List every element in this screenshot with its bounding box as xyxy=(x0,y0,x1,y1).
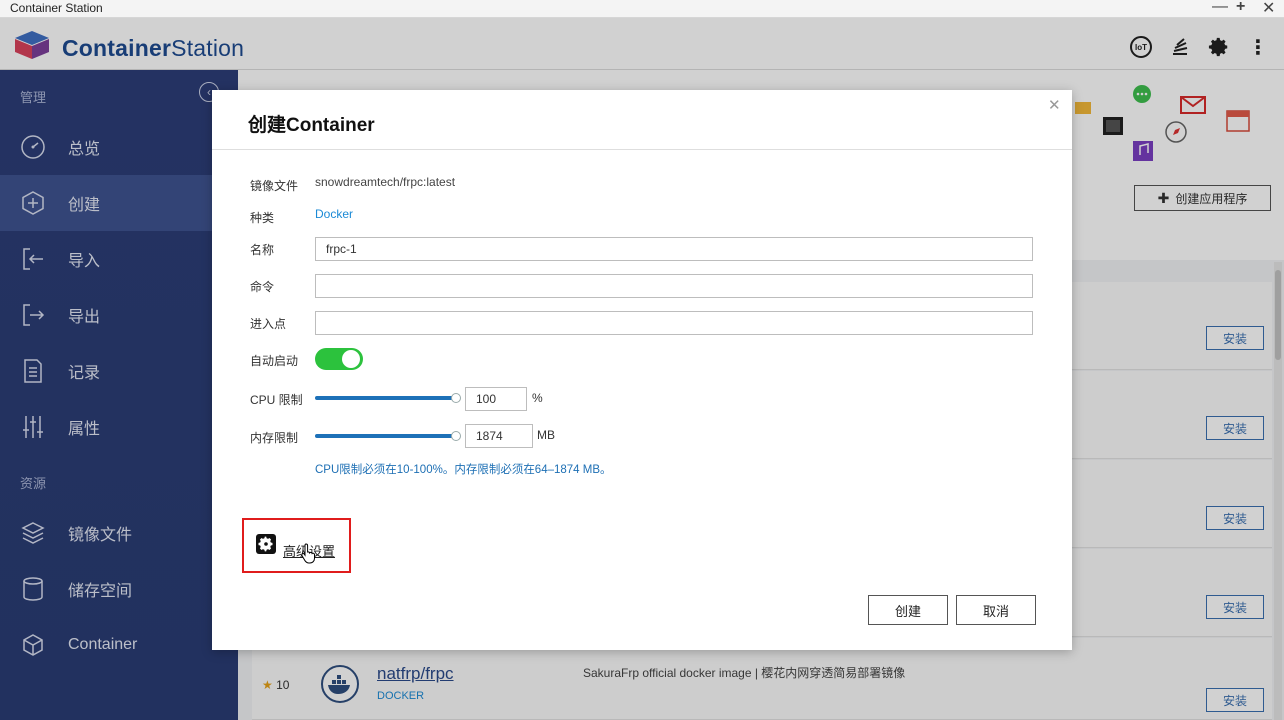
divider xyxy=(212,149,1072,150)
entrypoint-label: 进入点 xyxy=(250,317,287,331)
command-label: 命令 xyxy=(250,280,275,294)
cpu-unit: % xyxy=(532,391,543,405)
window-title: Container Station xyxy=(10,1,103,15)
image-label: 镜像文件 xyxy=(250,179,299,193)
cpu-limit-slider[interactable] xyxy=(315,396,457,400)
create-button[interactable]: 创建 xyxy=(868,595,948,625)
hand-pointer-icon xyxy=(301,543,315,564)
cpu-limit-label: CPU 限制 xyxy=(250,393,303,407)
close-window-icon[interactable]: ✕ xyxy=(1262,0,1275,18)
toggle-knob xyxy=(342,350,360,368)
autostart-toggle[interactable] xyxy=(315,348,363,370)
memory-limit-label: 内存限制 xyxy=(250,431,299,445)
gear-icon xyxy=(256,534,276,554)
memory-limit-input[interactable]: 1874 xyxy=(465,424,533,448)
limit-hint: CPU限制必须在10-100%。内存限制必须在64–1874 MB。 xyxy=(315,464,612,476)
close-icon[interactable]: ✕ xyxy=(1048,96,1061,114)
memory-limit-slider[interactable] xyxy=(315,434,457,438)
memory-unit: MB xyxy=(537,428,555,442)
dialog-title: 创建Container xyxy=(248,115,375,136)
name-label: 名称 xyxy=(250,243,275,257)
cpu-slider-handle[interactable] xyxy=(451,393,461,403)
maximize-icon[interactable]: + xyxy=(1236,0,1245,16)
window-titlebar: Container Station — + ✕ xyxy=(0,0,1284,18)
entrypoint-input[interactable] xyxy=(315,311,1033,335)
image-value: snowdreamtech/frpc:latest xyxy=(315,175,456,189)
cancel-button[interactable]: 取消 xyxy=(956,595,1036,625)
cpu-limit-input[interactable]: 100 xyxy=(465,387,527,411)
memory-slider-handle[interactable] xyxy=(451,431,461,441)
type-value: Docker xyxy=(315,207,354,221)
name-input[interactable]: frpc-1 xyxy=(315,237,1033,261)
create-container-dialog: 创建Container ✕ 镜像文件 snowdreamtech/frpc:la… xyxy=(212,90,1072,650)
minimize-icon[interactable]: — xyxy=(1212,0,1228,16)
command-input[interactable] xyxy=(315,274,1033,298)
type-label: 种类 xyxy=(250,211,275,225)
autostart-label: 自动启动 xyxy=(250,354,299,368)
advanced-settings-highlight[interactable]: 高级设置 xyxy=(242,518,351,573)
